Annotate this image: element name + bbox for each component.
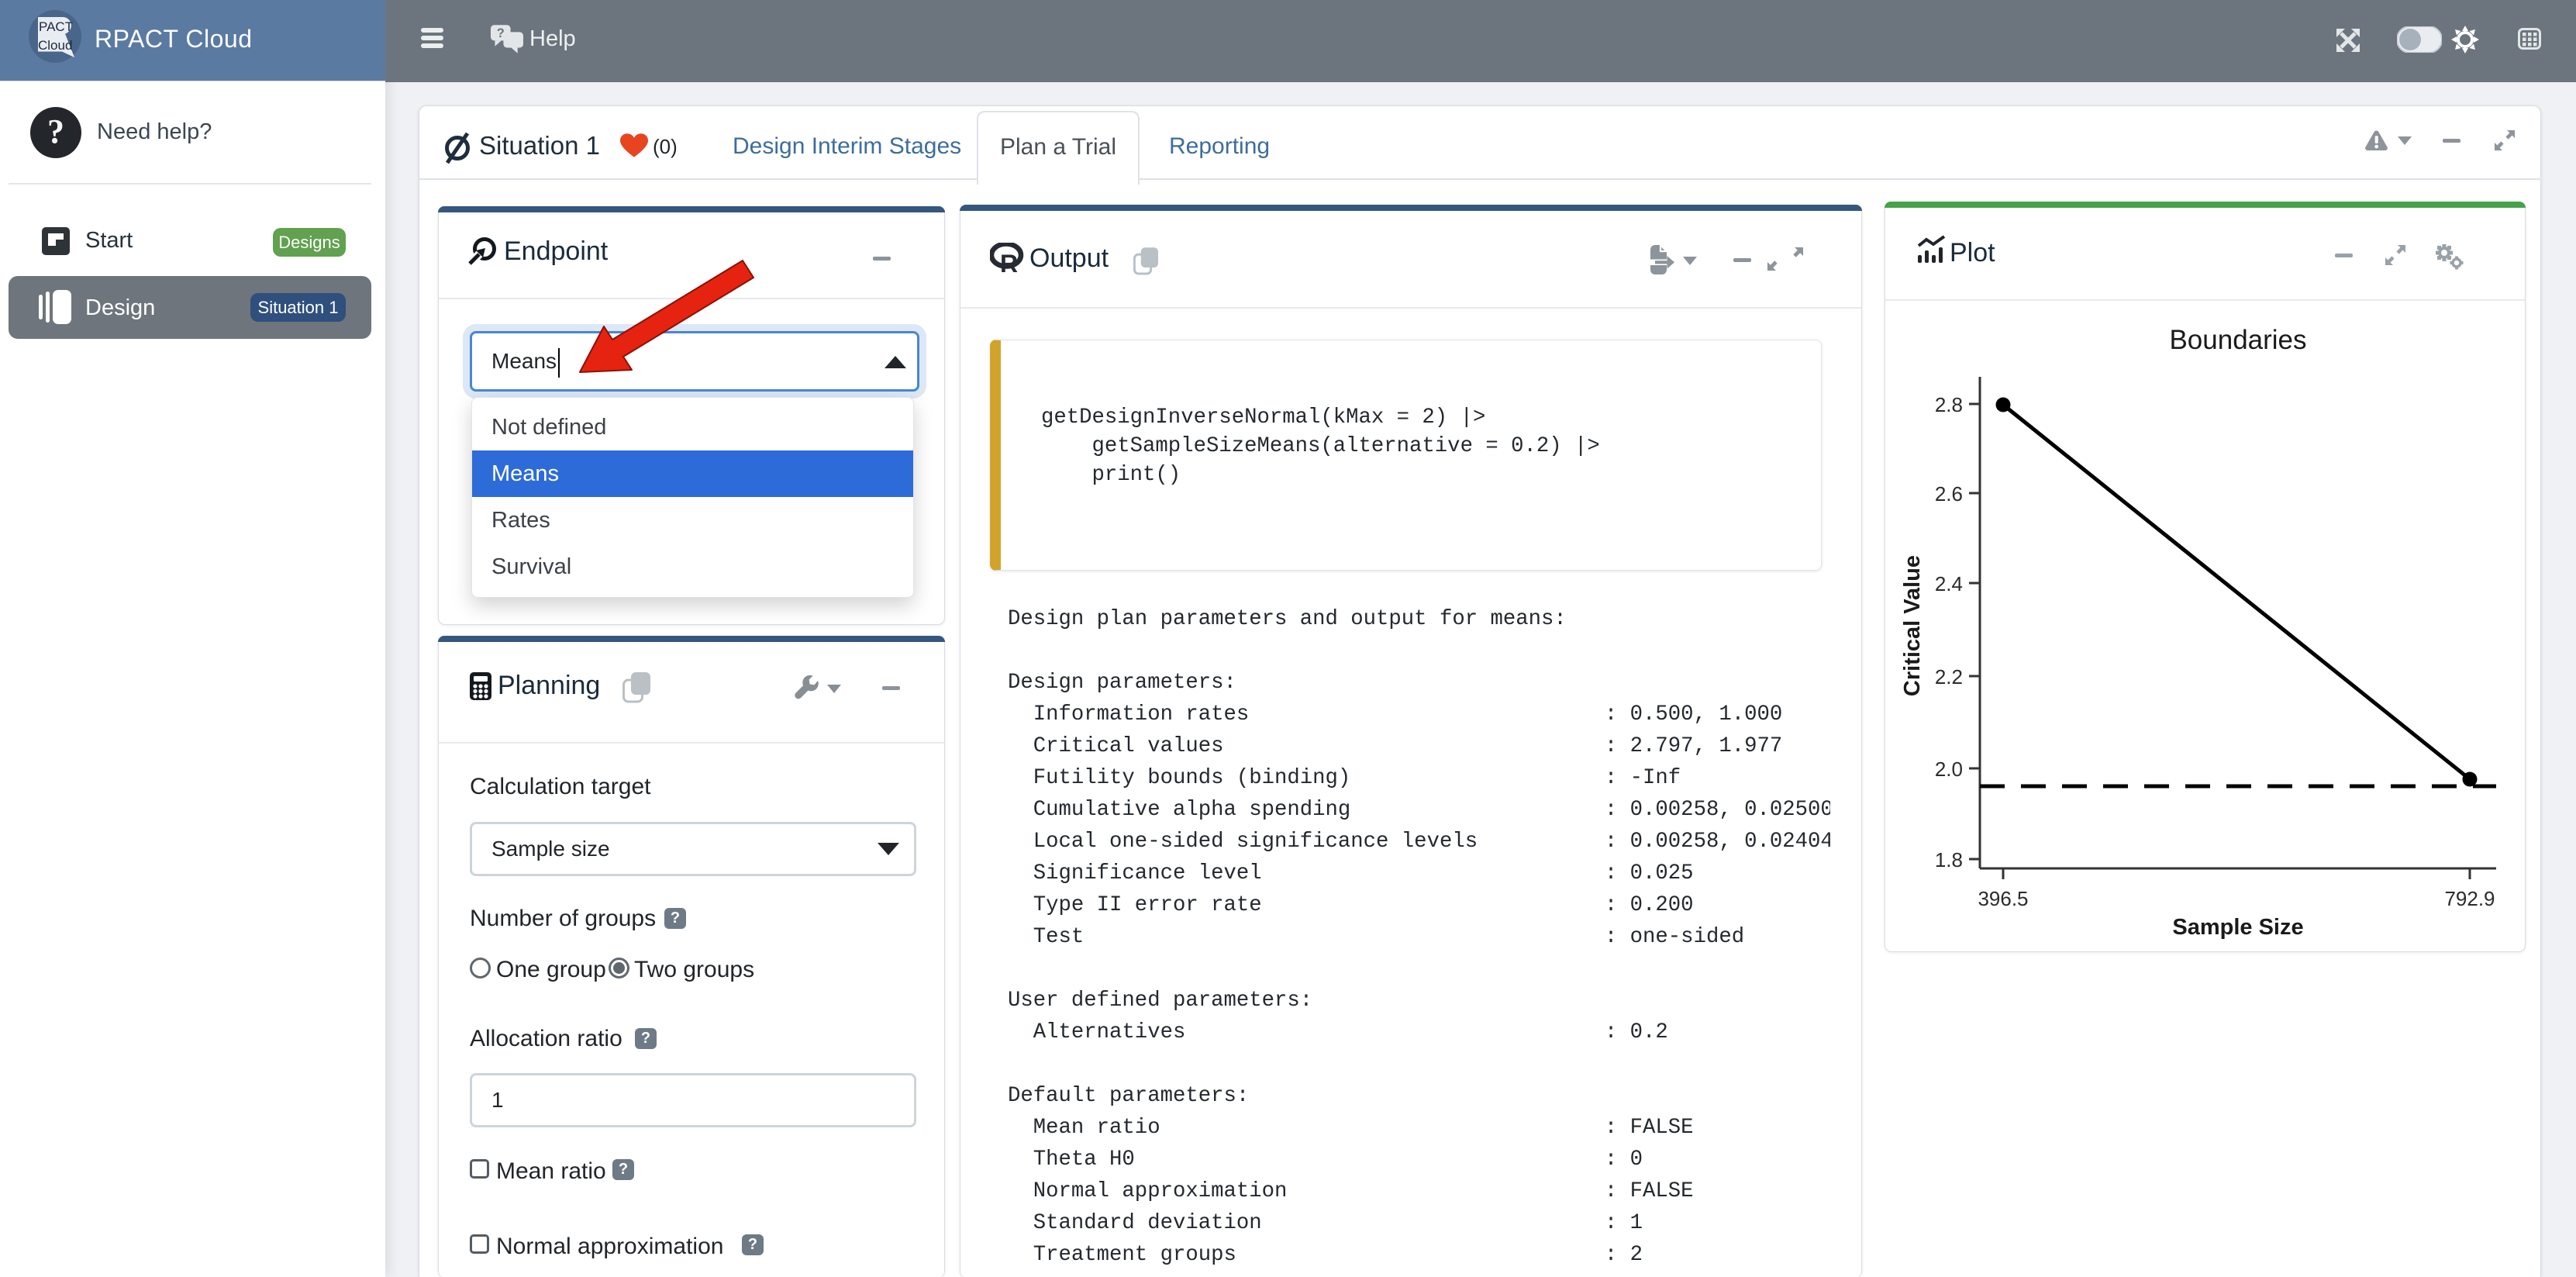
svg-text:2.8: 2.8 <box>1935 393 1963 416</box>
svg-text:PACT: PACT <box>39 19 73 34</box>
svg-text:1.8: 1.8 <box>1935 848 1963 871</box>
svg-text:2.0: 2.0 <box>1935 758 1963 781</box>
svg-text:396.5: 396.5 <box>1978 887 2028 910</box>
svg-text:R: R <box>1000 250 1018 275</box>
svg-text:Boundaries: Boundaries <box>2169 325 2306 355</box>
svg-text:2.6: 2.6 <box>1935 482 1963 506</box>
svg-text:?: ? <box>497 26 505 40</box>
svg-text:Sample Size: Sample Size <box>2172 915 2303 940</box>
svg-text:792.9: 792.9 <box>2444 887 2495 910</box>
svg-text:Critical Value: Critical Value <box>1900 555 1925 696</box>
svg-text:2.2: 2.2 <box>1935 665 1963 689</box>
svg-text:?: ? <box>47 112 64 150</box>
svg-text:2.4: 2.4 <box>1935 572 1963 595</box>
svg-text:Cloud: Cloud <box>38 38 72 53</box>
